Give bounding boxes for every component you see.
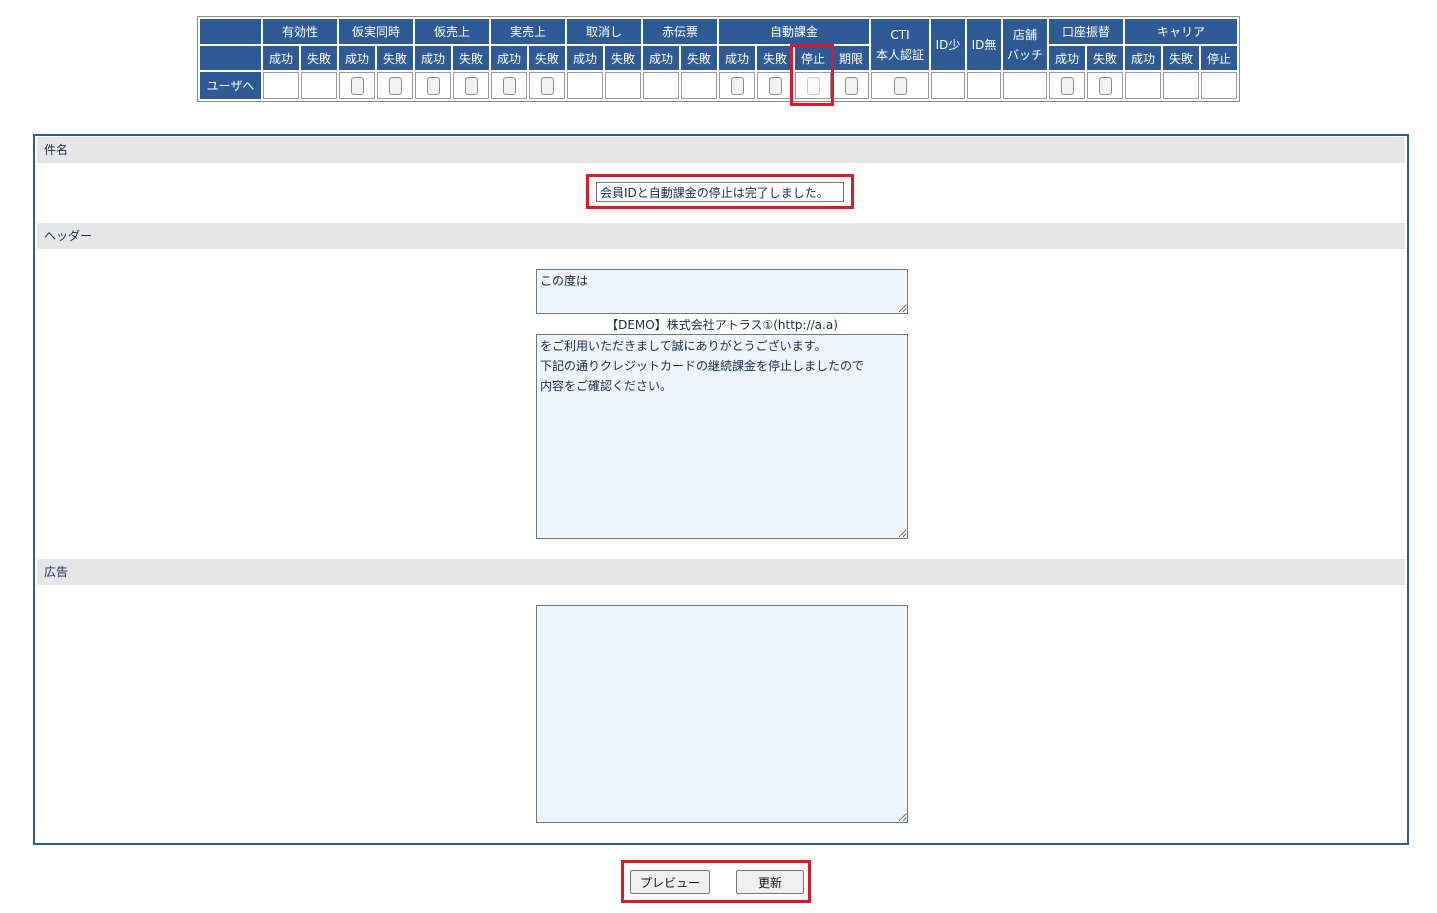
sub-header-success: 成功 [567, 46, 603, 70]
notification-matrix: 有効性 仮実同時 仮売上 実売上 取消し 赤伝票 自動課金 CTI 本人認証 I… [197, 16, 1240, 102]
cell-capture-fail [529, 72, 565, 99]
sub-header-fail: 失敗 [301, 46, 337, 70]
sub-header-success: 成功 [719, 46, 755, 70]
cell-cti [871, 72, 929, 99]
cell-store-batch [1003, 72, 1047, 99]
checkbox-auto-billing-success[interactable] [730, 76, 744, 95]
cell-auth-capture-fail [377, 72, 413, 99]
store-batch-line-2: バッチ [1006, 47, 1043, 62]
company-line: 【DEMO】株式会社アトラス①(http://a.a) [606, 318, 838, 332]
checkbox-cti[interactable] [893, 76, 907, 95]
cell-authorization-success [415, 72, 451, 99]
group-header-red-slip: 赤伝票 [643, 19, 717, 44]
checkbox-capture-fail[interactable] [540, 76, 554, 95]
sub-header-success: 成功 [263, 46, 299, 70]
matrix-corner [200, 19, 261, 44]
cell-auth-capture-success [339, 72, 375, 99]
cell-validity-fail [301, 72, 337, 99]
checkbox-capture-success[interactable] [502, 76, 516, 95]
cell-auto-billing-fail [757, 72, 793, 99]
cell-auto-billing-stop [795, 72, 831, 99]
group-header-authorization: 仮売上 [415, 19, 489, 44]
header-section-header: ヘッダー [37, 223, 1405, 249]
sub-header-success: 成功 [415, 46, 451, 70]
checkbox-authorization-success[interactable] [426, 76, 440, 95]
header-body-textarea[interactable] [536, 334, 908, 539]
sub-header-fail: 失敗 [681, 46, 717, 70]
group-header-id-few: ID少 [931, 19, 965, 70]
sub-header-success: 成功 [339, 46, 375, 70]
sub-header-fail: 失敗 [377, 46, 413, 70]
group-header-id-none: ID無 [967, 19, 1001, 70]
matrix-corner-2 [200, 46, 261, 70]
checkbox-auto-billing-expiry[interactable] [844, 76, 858, 95]
cell-cancel-fail [605, 72, 641, 99]
sub-header-success: 成功 [1049, 46, 1085, 70]
cell-validity-success [263, 72, 299, 99]
preview-button[interactable]: プレビュー [630, 870, 710, 894]
cell-carrier-success [1125, 72, 1161, 99]
sub-header-success: 成功 [1125, 46, 1161, 70]
cell-cancel-success [567, 72, 603, 99]
mail-settings-panel: 件名 ヘッダー 【DEMO】株式会社アトラス①(http://a.a) 広告 [33, 134, 1409, 845]
sub-header-success: 成功 [491, 46, 527, 70]
subject-section-header: 件名 [37, 137, 1405, 163]
checkbox-authorization-fail[interactable] [464, 76, 478, 95]
group-header-bank-transfer: 口座振替 [1049, 19, 1123, 44]
cti-line-2: 本人認証 [875, 47, 924, 62]
checkbox-bank-transfer-success[interactable] [1060, 76, 1074, 95]
group-header-cti: CTI 本人認証 [871, 19, 929, 70]
subject-input[interactable] [596, 182, 844, 202]
sub-header-stop: 停止 [1201, 46, 1237, 70]
sub-header-success: 成功 [643, 46, 679, 70]
sub-header-fail: 失敗 [605, 46, 641, 70]
cell-id-none [967, 72, 1001, 99]
cell-bank-transfer-fail [1087, 72, 1123, 99]
group-header-store-batch: 店舗 バッチ [1003, 19, 1047, 70]
checkbox-auth-capture-fail[interactable] [388, 76, 402, 95]
ad-section-header: 広告 [37, 559, 1405, 585]
cell-carrier-fail [1163, 72, 1199, 99]
cell-authorization-fail [453, 72, 489, 99]
group-header-carrier: キャリア [1125, 19, 1237, 44]
cti-line-1: CTI [890, 27, 910, 42]
group-header-auth-capture: 仮実同時 [339, 19, 413, 44]
sub-header-fail: 失敗 [757, 46, 793, 70]
update-button[interactable]: 更新 [736, 870, 804, 894]
group-header-validity: 有効性 [263, 19, 337, 44]
group-header-cancel: 取消し [567, 19, 641, 44]
sub-header-expiry: 期限 [833, 46, 869, 70]
sub-header-fail: 失敗 [1163, 46, 1199, 70]
cell-id-few [931, 72, 965, 99]
checkbox-auth-capture-success[interactable] [350, 76, 364, 95]
cell-red-slip-success [643, 72, 679, 99]
group-header-capture: 実売上 [491, 19, 565, 44]
cell-auto-billing-success [719, 72, 755, 99]
sub-header-fail: 失敗 [529, 46, 565, 70]
sub-header-fail: 失敗 [453, 46, 489, 70]
ad-textarea[interactable] [536, 605, 908, 823]
checkbox-auto-billing-stop[interactable] [806, 76, 820, 95]
cell-auto-billing-expiry [833, 72, 869, 99]
cell-capture-success [491, 72, 527, 99]
sub-header-fail: 失敗 [1087, 46, 1123, 70]
checkbox-bank-transfer-fail[interactable] [1098, 76, 1112, 95]
cell-red-slip-fail [681, 72, 717, 99]
cell-bank-transfer-success [1049, 72, 1085, 99]
cell-carrier-stop [1201, 72, 1237, 99]
header-top-textarea[interactable] [536, 269, 908, 314]
checkbox-auto-billing-fail[interactable] [768, 76, 782, 95]
group-header-auto-billing: 自動課金 [719, 19, 869, 44]
sub-header-stop: 停止 [795, 46, 831, 70]
row-label-to-user: ユーザへ [200, 72, 261, 99]
store-batch-line-1: 店舗 [1012, 27, 1037, 42]
